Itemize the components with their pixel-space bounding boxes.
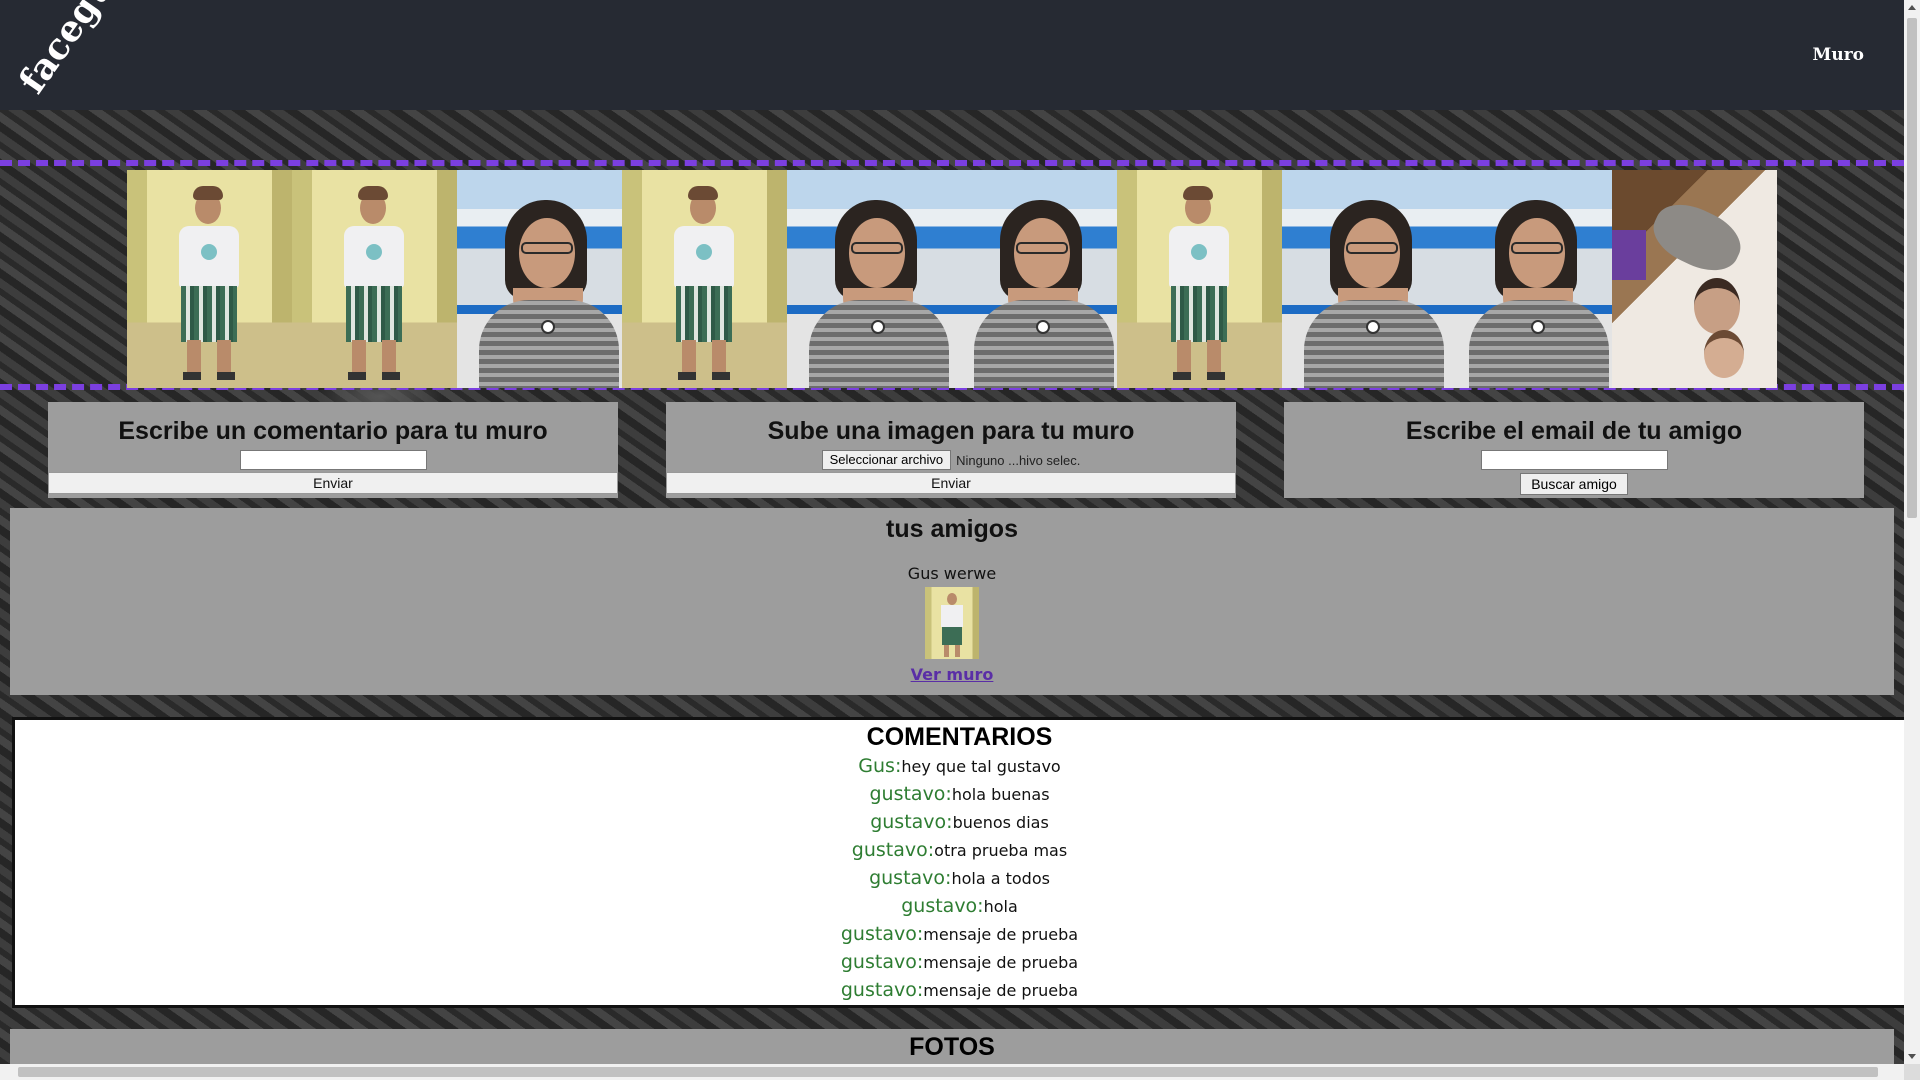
- comment-item: gustavo:otra prueba mas: [15, 836, 1904, 864]
- gallery-couple-cat-photo[interactable]: [1612, 170, 1777, 388]
- top-navbar: facegus Muro: [0, 0, 1904, 110]
- friends-panel: tus amigos Gus werwe Ver muro: [10, 508, 1894, 695]
- gallery-woman-photo[interactable]: [952, 170, 1117, 388]
- comment-item: gustavo:buenos dias: [15, 808, 1904, 836]
- friend-item: Gus werwe Ver muro: [10, 564, 1894, 684]
- image-upload-form: Sube una imagen para tu muro Seleccionar…: [666, 402, 1236, 498]
- gallery-man-photo[interactable]: [127, 170, 292, 388]
- comment-item: Gus:hey que tal gustavo: [15, 752, 1904, 780]
- friend-name: Gus werwe: [907, 564, 997, 583]
- photo-strip-track: [127, 170, 1777, 388]
- comment-text: mensaje de prueba: [923, 981, 1079, 1000]
- comment-text: hey que tal gustavo: [901, 757, 1061, 776]
- file-chooser: Seleccionar archivo Ninguno ...hivo sele…: [666, 450, 1236, 470]
- gallery-woman-photo[interactable]: [1282, 170, 1447, 388]
- comment-text: mensaje de prueba: [923, 953, 1079, 972]
- comment-text: buenos dias: [952, 813, 1049, 832]
- gallery-man-photo[interactable]: [292, 170, 457, 388]
- friend-search-form: Escribe el email de tu amigo Buscar amig…: [1284, 402, 1864, 498]
- comment-text: hola buenas: [951, 785, 1050, 804]
- photo-strip: [0, 160, 1904, 390]
- view-wall-link[interactable]: Ver muro: [911, 665, 994, 684]
- comment-item: gustavo:hola buenas: [15, 780, 1904, 808]
- scrollbar-thumb[interactable]: [1907, 18, 1917, 518]
- comment-list: Gus:hey que tal gustavo gustavo:hola buen…: [15, 752, 1904, 1004]
- gallery-man-photo[interactable]: [1117, 170, 1282, 388]
- comment-author: gustavo:: [869, 867, 952, 889]
- comment-item: gustavo:hola a todos: [15, 864, 1904, 892]
- choose-file-button[interactable]: Seleccionar archivo: [821, 450, 952, 470]
- comment-input[interactable]: [239, 450, 427, 470]
- comment-item: gustavo:mensaje de prueba: [15, 948, 1904, 976]
- gallery-woman-photo[interactable]: [1447, 170, 1612, 388]
- photos-panel: FOTOS: [10, 1029, 1894, 1069]
- file-status: Ninguno ...hivo selec.: [956, 452, 1081, 468]
- comment-author: gustavo:: [840, 923, 924, 945]
- logo[interactable]: facegus: [11, 0, 134, 101]
- nav-muro-link[interactable]: Muro: [1813, 45, 1864, 65]
- comment-author: gustavo:: [840, 951, 924, 973]
- comment-text: hola: [983, 897, 1018, 916]
- comment-form-title: Escribe un comentario para tu muro: [118, 417, 548, 445]
- comment-form: Escribe un comentario para tu muro Envia…: [48, 402, 618, 498]
- comment-text: otra prueba mas: [934, 841, 1068, 860]
- friend-form-title: Escribe el email de tu amigo: [1405, 417, 1743, 445]
- comment-author: gustavo:: [851, 839, 935, 861]
- comment-item: gustavo:mensaje de prueba: [15, 920, 1904, 948]
- search-friend-button[interactable]: Buscar amigo: [1520, 473, 1628, 495]
- scroll-up-icon[interactable]: [1908, 5, 1916, 10]
- comment-author: gustavo:: [869, 783, 952, 805]
- gallery-woman-photo[interactable]: [787, 170, 952, 388]
- comments-panel: COMENTARIOS Gus:hey que tal gustavo gusta…: [12, 717, 1904, 1008]
- photos-title: FOTOS: [909, 1033, 995, 1061]
- comment-text: hola a todos: [951, 869, 1050, 888]
- friend-avatar: [925, 587, 979, 659]
- comment-author: Gus:: [858, 755, 902, 777]
- scroll-down-icon[interactable]: [1908, 1054, 1916, 1059]
- comment-item: gustavo:hola: [15, 892, 1904, 920]
- comment-text: mensaje de prueba: [923, 925, 1079, 944]
- horizontal-scrollbar[interactable]: [0, 1064, 1904, 1080]
- friends-title: tus amigos: [886, 515, 1018, 543]
- comment-author: gustavo:: [870, 811, 953, 833]
- image-form-title: Sube una imagen para tu muro: [767, 417, 1135, 445]
- vertical-scrollbar[interactable]: [1904, 0, 1920, 1064]
- gallery-woman-photo[interactable]: [457, 170, 622, 388]
- comment-item: gustavo:mensaje de prueba: [15, 976, 1904, 1004]
- scrollbar-corner: [1904, 1064, 1920, 1080]
- comment-author: gustavo:: [840, 979, 924, 1001]
- comment-submit-button[interactable]: Enviar: [48, 472, 618, 494]
- friend-email-input[interactable]: [1480, 450, 1668, 470]
- gallery-man-photo[interactable]: [622, 170, 787, 388]
- scrollbar-thumb-horizontal[interactable]: [18, 1067, 1878, 1077]
- comment-author: gustavo:: [901, 895, 984, 917]
- comments-title: COMENTARIOS: [866, 723, 1053, 751]
- image-submit-button[interactable]: Enviar: [666, 472, 1236, 494]
